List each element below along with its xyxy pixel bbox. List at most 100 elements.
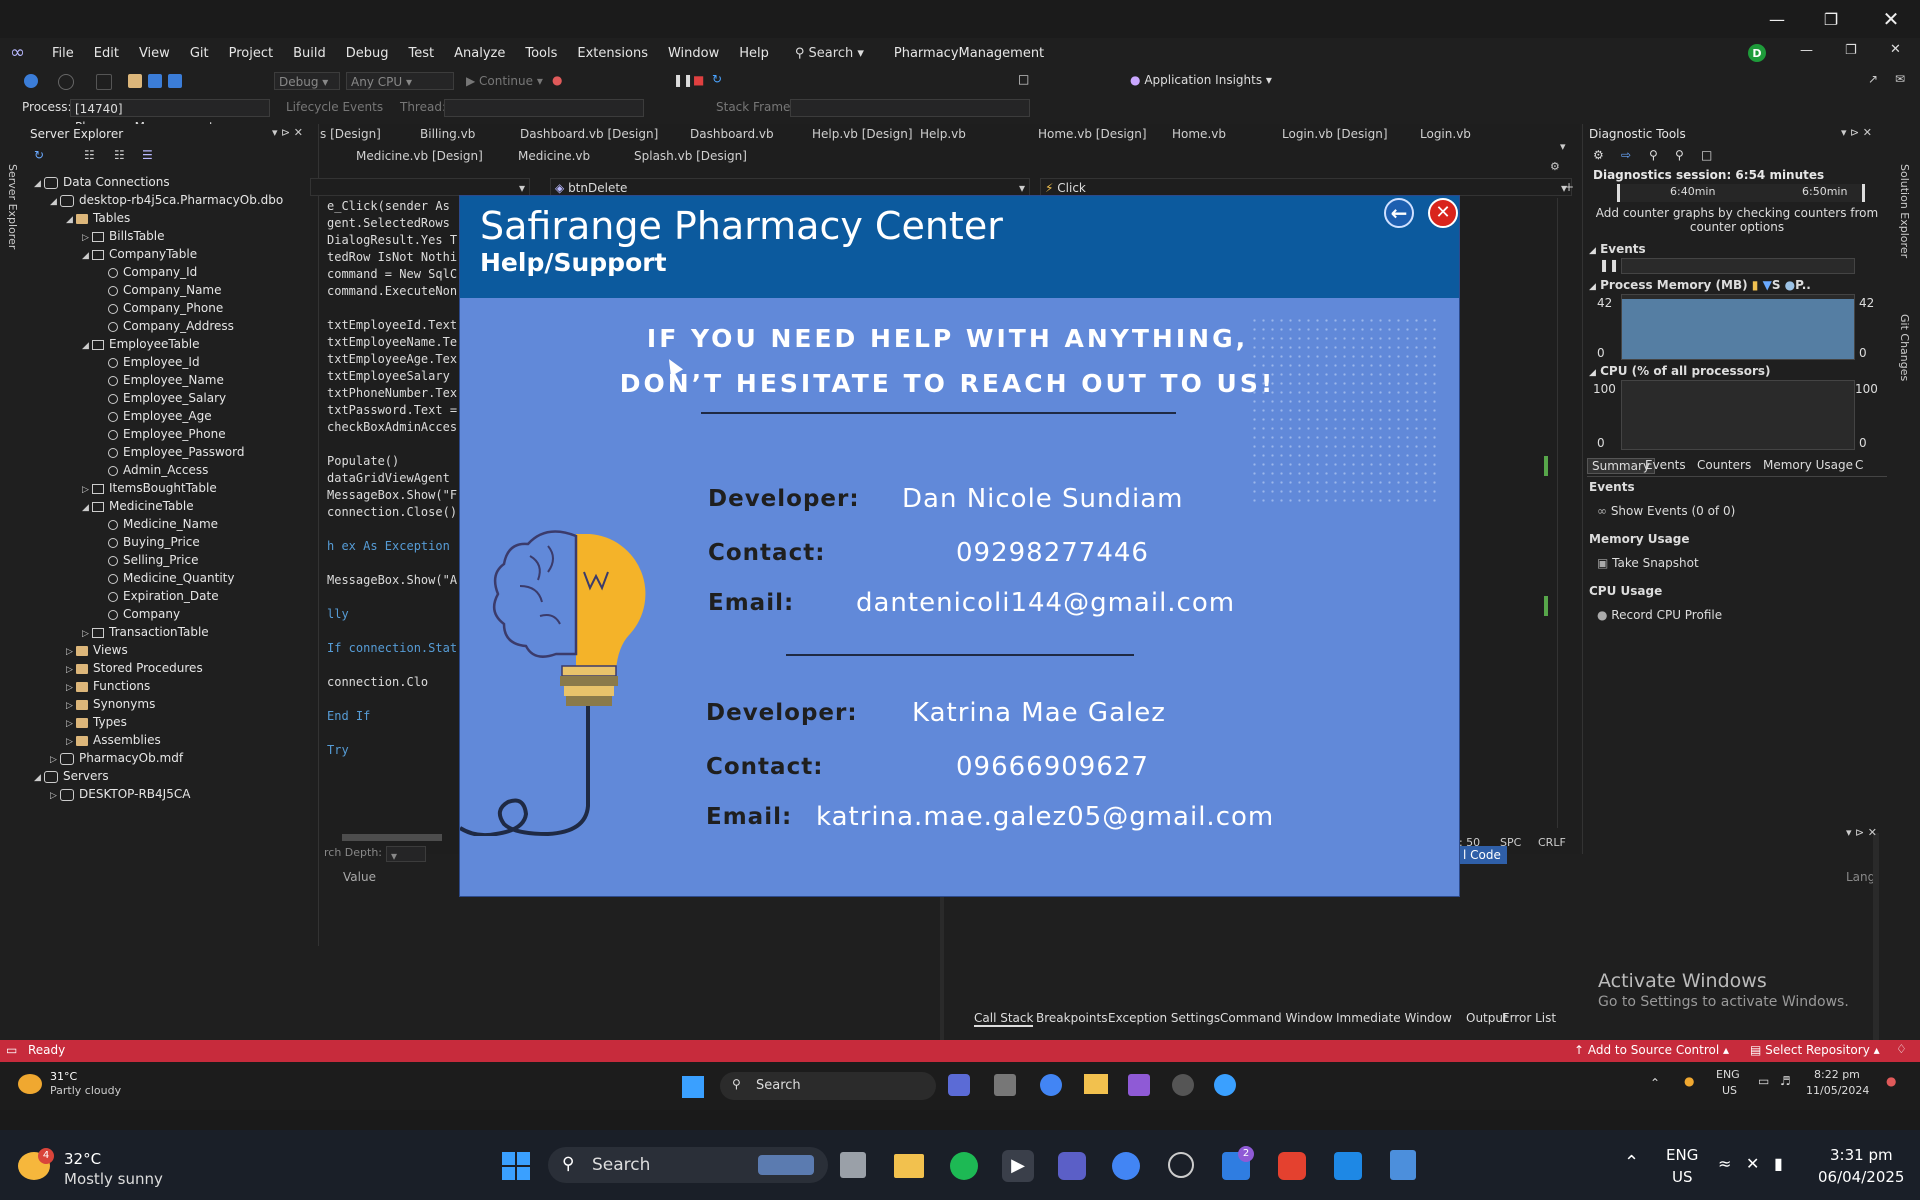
account-avatar[interactable]: D xyxy=(1748,44,1766,62)
teams-icon[interactable] xyxy=(1058,1152,1086,1180)
network-icon[interactable]: ▭ xyxy=(1758,1074,1769,1088)
editor-tab[interactable]: Medicine.vb [Design] xyxy=(356,146,483,166)
start-icon[interactable] xyxy=(502,1152,530,1180)
mute-icon[interactable]: ✕ xyxy=(1746,1154,1759,1173)
add-to-source-control-button[interactable]: ↑ Add to Source Control ▴ xyxy=(1574,1043,1729,1057)
diagnostic-action[interactable]: ▣ Take Snapshot xyxy=(1597,556,1699,570)
save-icon[interactable] xyxy=(148,74,162,88)
timeline-ruler[interactable]: 6:40min 6:50min xyxy=(1617,184,1865,202)
memory-graph[interactable] xyxy=(1621,294,1855,360)
task-view-icon[interactable] xyxy=(994,1074,1016,1096)
editor-tab[interactable]: Help.vb [Design] xyxy=(812,124,913,144)
editor-tab[interactable]: Splash.vb [Design] xyxy=(634,146,747,166)
class-dropdown[interactable]: ▾ xyxy=(310,178,530,196)
cpu-graph[interactable] xyxy=(1621,380,1855,450)
events-track[interactable] xyxy=(1621,258,1855,274)
editor-tab[interactable]: Help.vb xyxy=(920,124,966,144)
editor-tab[interactable]: Login.vb [Design] xyxy=(1282,124,1388,144)
menu-git[interactable]: Git xyxy=(180,46,219,61)
new-project-icon[interactable] xyxy=(96,74,112,90)
back-icon[interactable] xyxy=(24,74,38,88)
solution-explorer-side-tab[interactable]: Solution Explorer xyxy=(1898,164,1911,258)
lang-2[interactable]: US xyxy=(1722,1084,1737,1097)
clock-time[interactable]: 8:22 pm xyxy=(1814,1068,1860,1081)
editor-tab[interactable]: Dashboard.vb [Design] xyxy=(520,124,658,144)
diagnostic-tab[interactable]: C xyxy=(1851,458,1867,472)
bottom-tab[interactable]: Command Window xyxy=(1220,1011,1333,1025)
tree-item[interactable]: ▷ ItemsBoughtTable xyxy=(82,479,217,497)
tree-item[interactable]: Expiration_Date xyxy=(98,587,219,605)
wps-icon[interactable] xyxy=(1278,1152,1306,1180)
file-explorer-icon[interactable] xyxy=(894,1154,924,1178)
export-icon[interactable]: ⇨ xyxy=(1621,148,1631,162)
tree-item[interactable]: ▷ DESKTOP-RB4J5CA xyxy=(50,785,190,803)
bottom-tab[interactable]: Error List xyxy=(1502,1011,1556,1025)
scroll-thumb[interactable] xyxy=(342,834,442,841)
chart-icon[interactable]: □ xyxy=(1701,148,1712,162)
menu-window[interactable]: Window xyxy=(658,46,729,61)
tab-settings-icon[interactable]: ⚙ xyxy=(1550,160,1560,173)
bottom-tab[interactable]: Call Stack xyxy=(974,1011,1034,1027)
continue-button[interactable]: ▶ Continue ▾ xyxy=(466,74,543,88)
menu-extensions[interactable]: Extensions xyxy=(567,46,658,61)
line-ending-status[interactable]: CRLF xyxy=(1538,836,1566,849)
diagnostic-action[interactable]: ● Record CPU Profile xyxy=(1597,608,1722,622)
tree-item[interactable]: ▷ Synonyms xyxy=(66,695,155,713)
copilot-icon[interactable] xyxy=(948,1074,970,1096)
menu-edit[interactable]: Edit xyxy=(84,46,129,61)
lifecycle-events-button[interactable]: Lifecycle Events xyxy=(286,100,383,114)
menu-file[interactable]: File xyxy=(42,46,84,61)
lang-1[interactable]: ENG xyxy=(1666,1146,1698,1164)
open-folder-icon[interactable] xyxy=(128,74,142,88)
zoom-in-icon[interactable]: ⚲ xyxy=(1649,148,1658,162)
tree-item[interactable]: ▷ Stored Procedures xyxy=(66,659,203,677)
menu-tools[interactable]: Tools xyxy=(515,46,567,61)
clock-date[interactable]: 11/05/2024 xyxy=(1806,1084,1869,1097)
chrome-icon[interactable] xyxy=(1112,1152,1140,1180)
notification-bell-icon[interactable]: ● xyxy=(1886,1074,1896,1088)
bottom-tab[interactable]: Exception Settings xyxy=(1108,1011,1220,1025)
expanded-arrow-icon[interactable]: ◢ xyxy=(82,337,92,355)
tree-item[interactable]: Company_Address xyxy=(98,317,234,335)
volume-icon[interactable]: ♬ xyxy=(1780,1074,1791,1088)
expanded-arrow-icon[interactable]: ◢ xyxy=(66,211,76,229)
tree-item[interactable]: Company_Name xyxy=(98,281,222,299)
vs-restore-icon[interactable]: ❐ xyxy=(1845,43,1857,58)
tree-item[interactable]: ◢ Tables xyxy=(66,209,130,227)
pause-icon[interactable]: ❚❚ xyxy=(673,73,693,87)
menu-debug[interactable]: Debug xyxy=(336,46,399,61)
bottom-right-scrollbar[interactable] xyxy=(1873,833,1879,1053)
bottom-tab[interactable]: Immediate Window xyxy=(1336,1011,1452,1025)
tree-item[interactable]: Employee_Password xyxy=(98,443,244,461)
stop-icon[interactable]: ■ xyxy=(693,73,704,87)
menu-build[interactable]: Build xyxy=(283,46,336,61)
tree-item[interactable]: ◢ EmployeeTable xyxy=(82,335,199,353)
tree-item[interactable]: Company xyxy=(98,605,180,623)
tree-item[interactable]: ▷ Assemblies xyxy=(66,731,161,749)
vscode-icon[interactable] xyxy=(1334,1152,1362,1180)
stack-frame-dropdown[interactable] xyxy=(790,99,1030,117)
editor-tab[interactable]: Dashboard.vb xyxy=(690,124,774,144)
editor-vertical-scrollbar[interactable] xyxy=(1557,198,1570,828)
expanded-arrow-icon[interactable]: ◢ xyxy=(82,499,92,517)
hot-reload-icon[interactable]: ● xyxy=(552,73,562,87)
close-dialog-icon[interactable]: ✕ xyxy=(1428,198,1458,228)
notifications-icon[interactable]: ♢ xyxy=(1896,1042,1907,1056)
start-icon[interactable] xyxy=(682,1076,704,1098)
search-menu[interactable]: ⚲ Search ▾ xyxy=(795,46,864,61)
taskbar-search[interactable]: ⚲ Search xyxy=(548,1147,828,1183)
menu-test[interactable]: Test xyxy=(399,46,445,61)
close-icon[interactable]: ✕ xyxy=(1868,0,1914,38)
tree-item[interactable]: Employee_Salary xyxy=(98,389,226,407)
search-depth-dropdown[interactable]: ▾ xyxy=(386,846,426,863)
member-dropdown[interactable]: ◈ btnDelete ▾ xyxy=(550,178,1030,196)
mic-icon[interactable]: ● xyxy=(1684,1074,1694,1088)
diagnostic-tab[interactable]: Events xyxy=(1641,458,1690,472)
split-icon[interactable]: + xyxy=(1564,180,1574,194)
chrome-icon[interactable] xyxy=(1040,1074,1062,1096)
tree-item[interactable]: Medicine_Quantity xyxy=(98,569,234,587)
editor-tab[interactable]: Login.vb xyxy=(1420,124,1471,144)
tree-item[interactable]: ▷ Functions xyxy=(66,677,150,695)
tree-item[interactable]: ▷ PharmacyOb.mdf xyxy=(50,749,183,767)
tree-item[interactable]: ▷ BillsTable xyxy=(82,227,165,245)
